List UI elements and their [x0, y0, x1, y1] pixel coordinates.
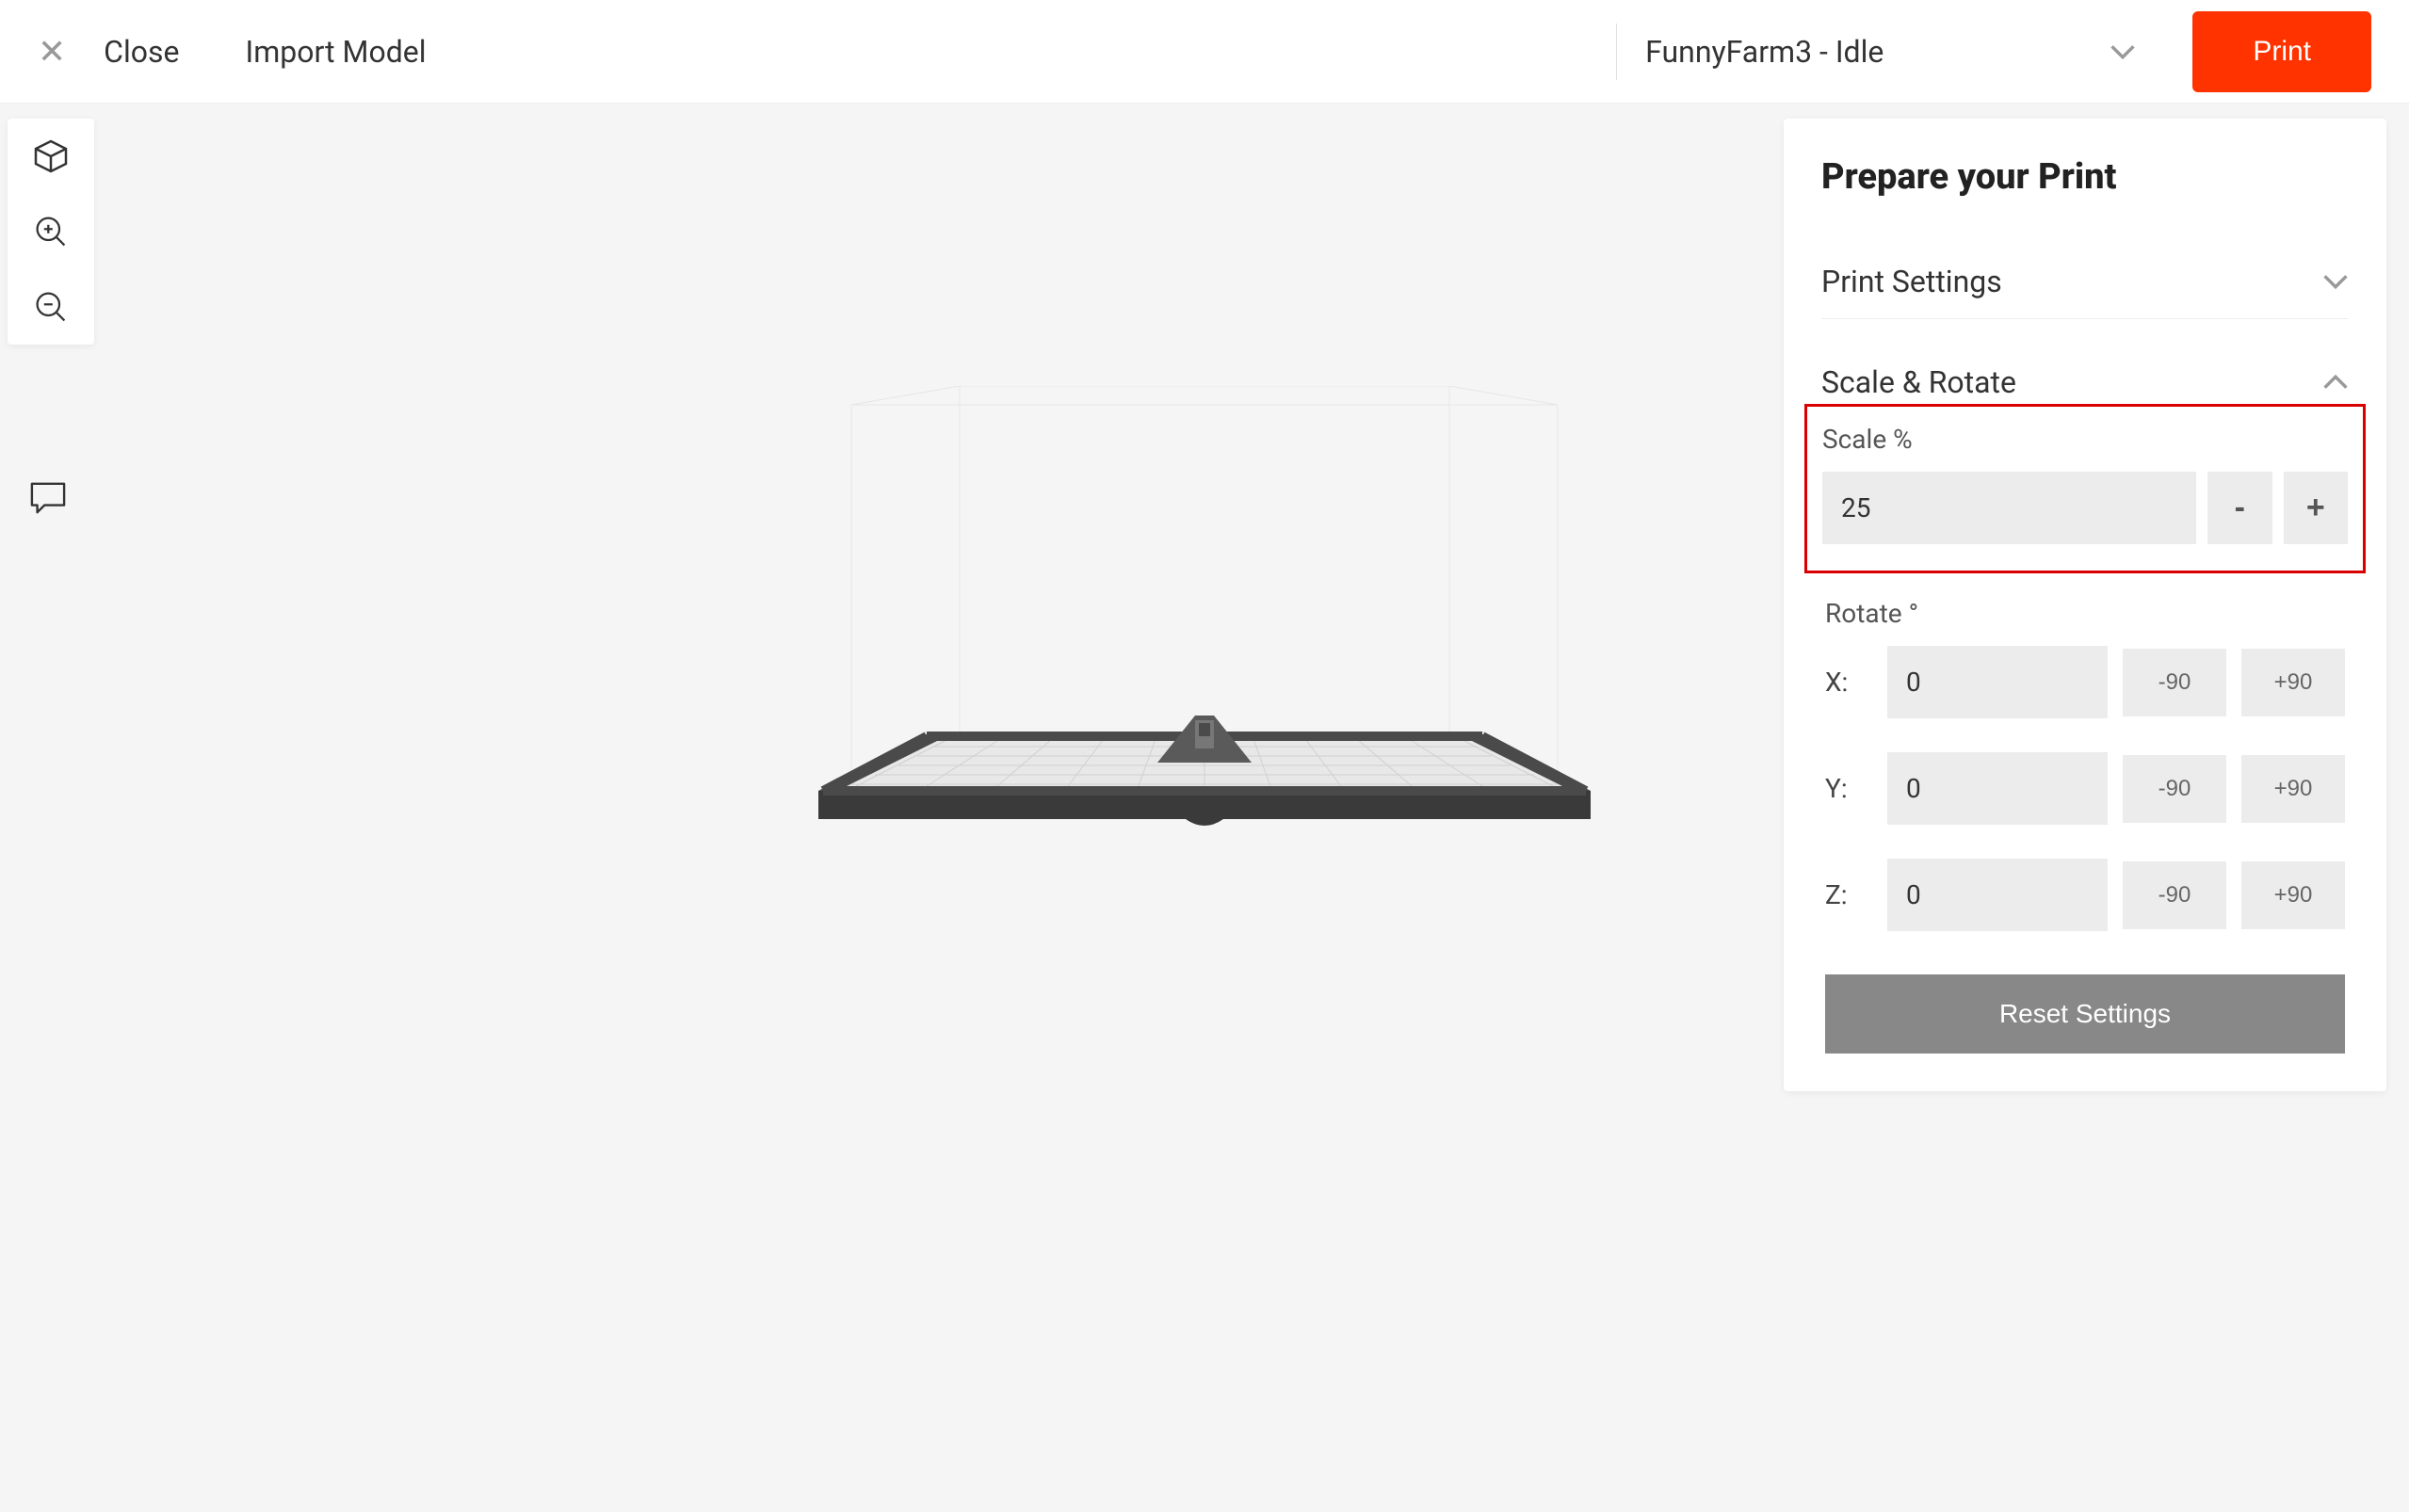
- zoom-out-icon[interactable]: [30, 286, 72, 328]
- close-link[interactable]: Close: [104, 34, 179, 70]
- scale-label: Scale %: [1822, 424, 2348, 455]
- axis-y-label: Y:: [1825, 773, 1872, 804]
- rotate-z-input[interactable]: [1887, 859, 2108, 931]
- rotate-z-row: Z: -90 +90: [1825, 859, 2345, 931]
- rotate-y-plus90-button[interactable]: +90: [2241, 755, 2345, 823]
- zoom-in-icon[interactable]: [30, 211, 72, 252]
- close-icon[interactable]: ✕: [38, 32, 66, 72]
- scale-plus-button[interactable]: +: [2284, 472, 2349, 544]
- comment-icon[interactable]: [28, 480, 68, 520]
- divider: [1616, 24, 1617, 80]
- chevron-down-icon: [2322, 274, 2349, 289]
- rotate-y-row: Y: -90 +90: [1825, 752, 2345, 825]
- scale-highlight: Scale % - +: [1804, 404, 2366, 573]
- chevron-down-icon: [2110, 44, 2136, 59]
- import-model-link[interactable]: Import Model: [246, 34, 427, 70]
- printer-name: FunnyFarm3 - Idle: [1645, 34, 1884, 70]
- rotate-z-minus90-button[interactable]: -90: [2123, 861, 2226, 929]
- print-button[interactable]: Print: [2192, 11, 2371, 92]
- rotate-z-plus90-button[interactable]: +90: [2241, 861, 2345, 929]
- reset-settings-button[interactable]: Reset Settings: [1825, 974, 2345, 1054]
- scale-minus-button[interactable]: -: [2207, 472, 2272, 544]
- panel-title: Prepare your Print: [1821, 156, 2349, 198]
- section-label: Print Settings: [1821, 264, 2002, 299]
- prepare-print-panel: Prepare your Print Print Settings Scale …: [1784, 119, 2386, 1091]
- printer-dropdown[interactable]: FunnyFarm3 - Idle: [1645, 34, 2136, 70]
- axis-z-label: Z:: [1825, 879, 1872, 910]
- rotate-y-minus90-button[interactable]: -90: [2123, 755, 2226, 823]
- top-bar: ✕ Close Import Model FunnyFarm3 - Idle P…: [0, 0, 2409, 104]
- scale-rotate-section[interactable]: Scale & Rotate: [1821, 346, 2349, 404]
- rotate-label: Rotate °: [1825, 598, 2345, 629]
- rotate-x-input[interactable]: [1887, 646, 2108, 718]
- chevron-up-icon: [2322, 375, 2349, 390]
- print-settings-section[interactable]: Print Settings: [1821, 245, 2349, 319]
- section-label: Scale & Rotate: [1821, 364, 2016, 400]
- main-area: Prepare your Print Print Settings Scale …: [0, 104, 2409, 1512]
- 3d-viewport[interactable]: [781, 386, 1628, 951]
- left-toolbar: [8, 119, 94, 345]
- rotate-x-row: X: -90 +90: [1825, 646, 2345, 718]
- scale-input[interactable]: [1822, 472, 2196, 544]
- rotate-x-minus90-button[interactable]: -90: [2123, 649, 2226, 716]
- rotate-y-input[interactable]: [1887, 752, 2108, 825]
- rotate-x-plus90-button[interactable]: +90: [2241, 649, 2345, 716]
- axis-x-label: X:: [1825, 667, 1872, 698]
- cube-view-icon[interactable]: [30, 136, 72, 177]
